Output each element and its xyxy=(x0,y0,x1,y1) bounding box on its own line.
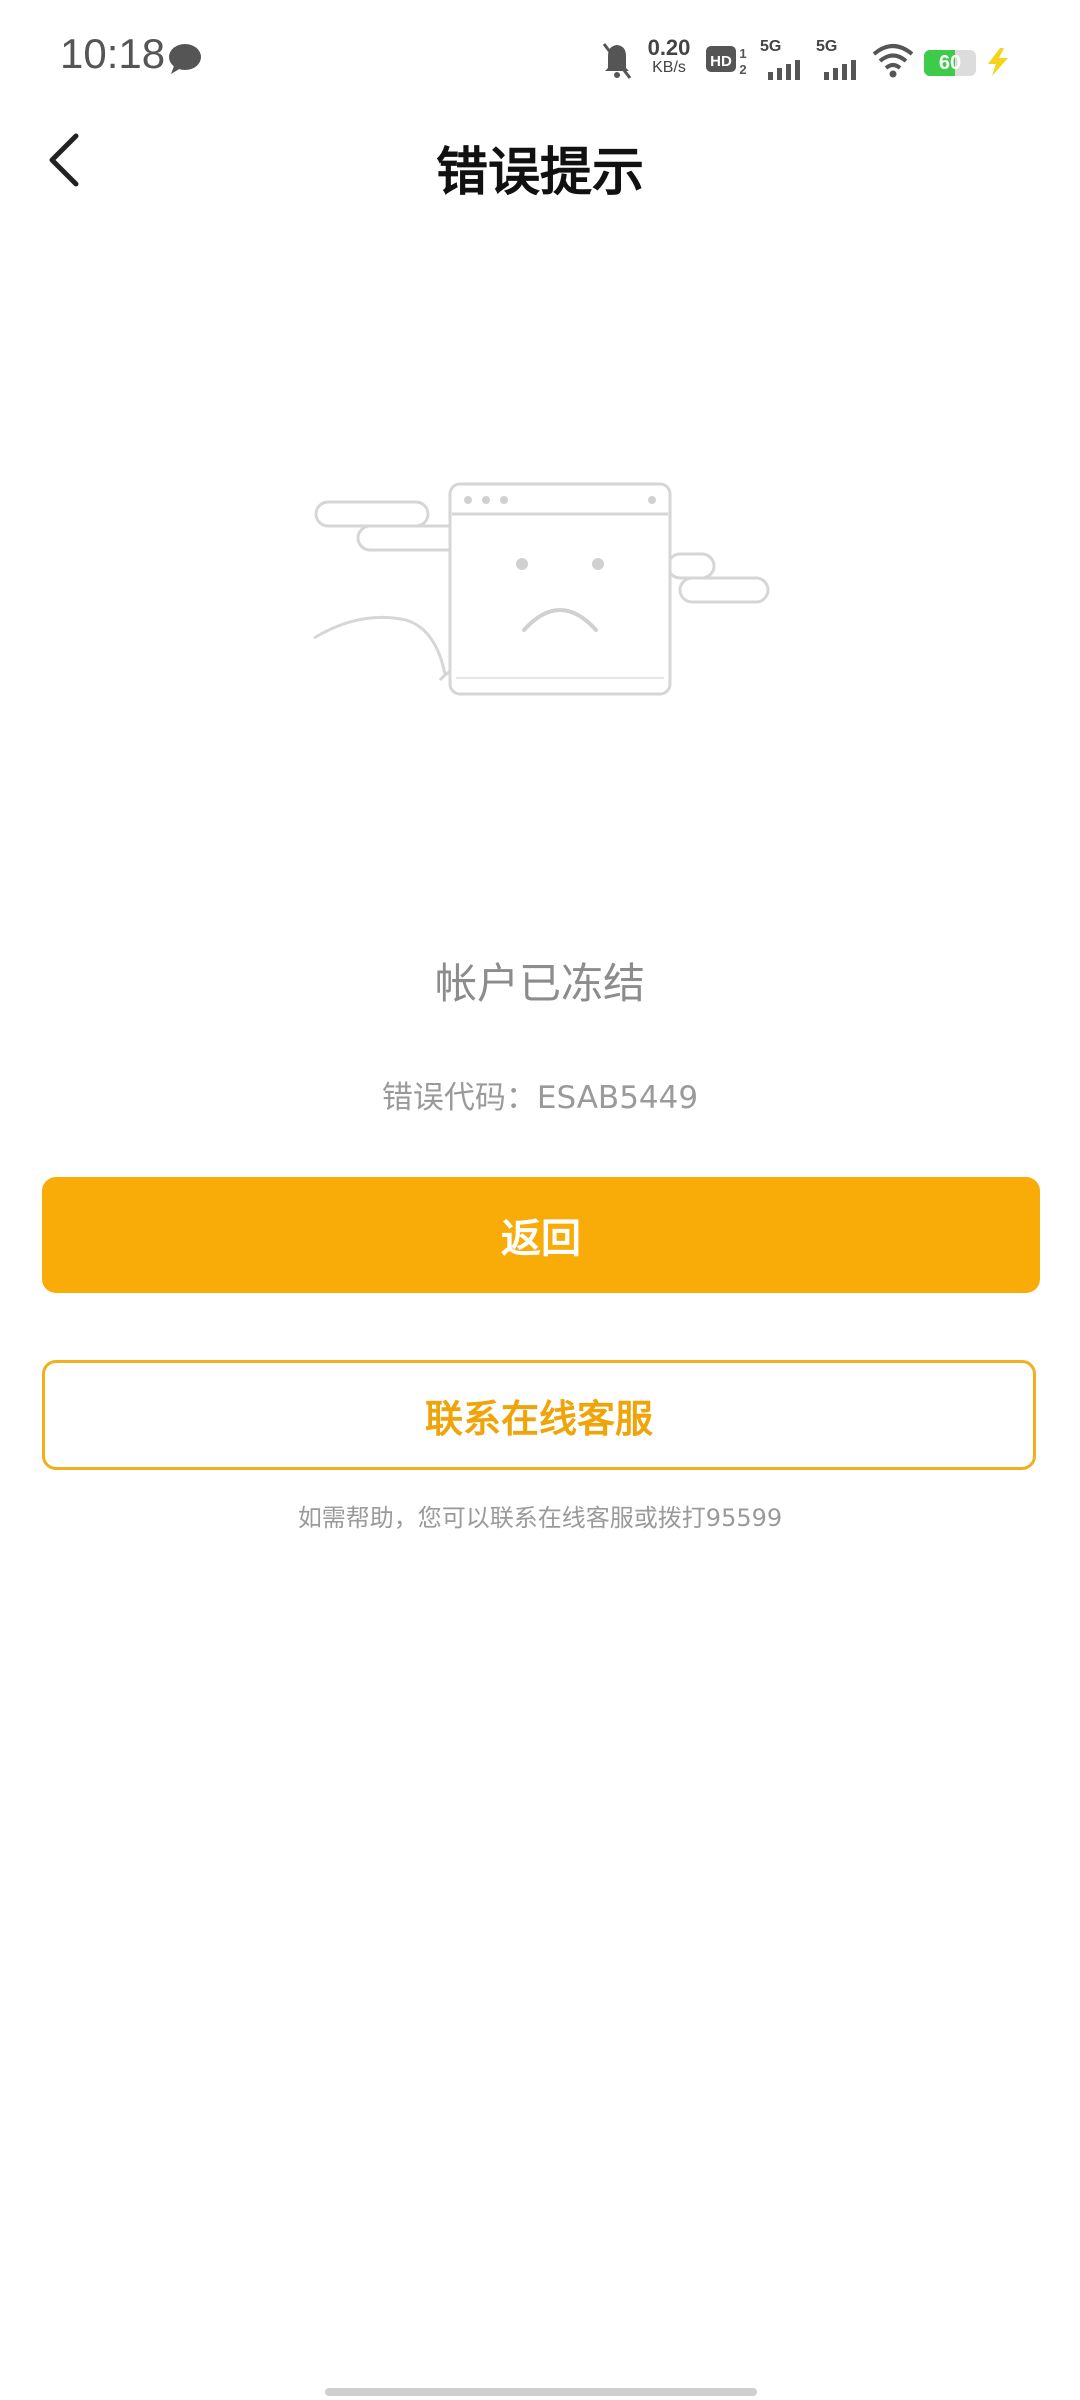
sim2-signal-icon xyxy=(822,58,862,84)
sim1-network-label: 5G xyxy=(760,38,782,55)
net-speed-value: 0.20 xyxy=(647,35,691,60)
battery-level-text: 60 xyxy=(938,52,962,74)
charging-bolt-icon xyxy=(984,46,1012,82)
svg-text:2: 2 xyxy=(739,62,746,77)
status-icons: 0.20 KB/s HD 1 2 5G 5G 60 xyxy=(600,30,1020,90)
status-time: 10:18 xyxy=(60,30,166,77)
page-title: 错误提示 xyxy=(435,143,644,203)
net-speed-unit: KB/s xyxy=(652,59,686,76)
mute-bell-icon xyxy=(600,30,634,94)
help-text: 如需帮助，您可以联系在线客服或拨打95599 xyxy=(297,1504,783,1532)
sim1-signal-icon xyxy=(766,58,806,84)
sad-browser-illustration xyxy=(310,470,770,710)
status-bar: 10:18 0.20 KB/s HD 1 2 5G 5G 60 xyxy=(0,0,1080,120)
net-speed: 0.20 KB/s xyxy=(640,35,698,78)
svg-text:1: 1 xyxy=(739,46,746,61)
home-indicator[interactable] xyxy=(325,2388,757,2396)
nav-bar: 错误提示 xyxy=(0,110,1080,210)
return-button[interactable]: 返回 xyxy=(42,1177,1040,1293)
contact-support-button[interactable]: 联系在线客服 xyxy=(42,1360,1036,1470)
wifi-icon xyxy=(872,42,914,82)
error-code: 错误代码：ESAB5449 xyxy=(381,1080,699,1116)
sim2-network-label: 5G xyxy=(816,38,838,55)
svg-text:HD: HD xyxy=(710,53,732,70)
message-notification-icon xyxy=(166,42,204,80)
battery-icon: 60 xyxy=(924,50,976,76)
error-title: 帐户已冻结 xyxy=(434,959,645,1008)
hd-icon: HD 1 2 xyxy=(706,44,750,82)
